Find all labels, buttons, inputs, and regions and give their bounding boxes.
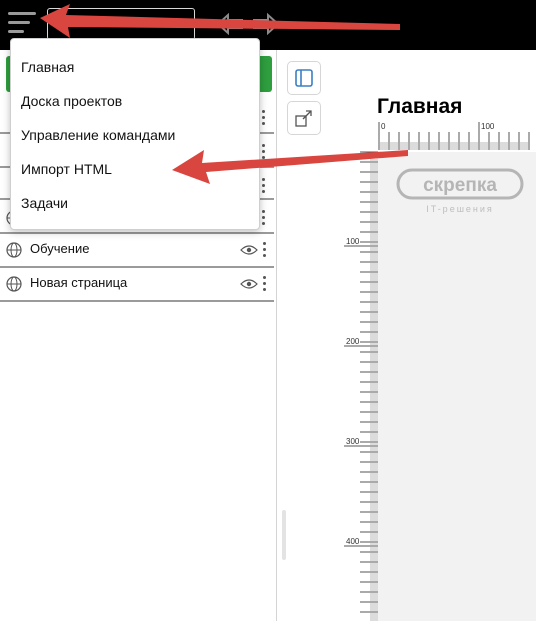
canvas-page-title: Главная (377, 95, 463, 118)
globe-icon (6, 276, 22, 292)
page-label: Новая страница (30, 275, 128, 290)
panel-toggle-icon (295, 69, 313, 87)
menu-item-tasks[interactable]: Задачи (21, 195, 68, 211)
hamburger-icon[interactable] (8, 10, 38, 36)
menu-item-home[interactable]: Главная (21, 59, 74, 75)
skrepka-logo: скрепка IT-решения (396, 168, 524, 214)
menu-item-team-management[interactable]: Управление командами (21, 127, 175, 143)
more-icon[interactable] (262, 144, 266, 162)
ruler-label: 200 (346, 337, 360, 346)
expand-button[interactable] (287, 101, 321, 135)
search-input[interactable] (47, 8, 195, 40)
add-page-button-edge[interactable] (258, 56, 272, 92)
menu-item-project-board[interactable]: Доска проектов (21, 93, 122, 109)
page-row-new-page[interactable]: Новая страница (0, 268, 274, 302)
redo-arrow-icon[interactable] (252, 12, 280, 36)
menu-item-import-html[interactable]: Импорт HTML (21, 161, 112, 177)
expand-icon (295, 110, 312, 127)
more-icon[interactable] (263, 242, 267, 260)
more-icon[interactable] (262, 110, 266, 128)
vertical-ruler: 100 200 300 400 (344, 151, 378, 621)
more-icon[interactable] (262, 210, 266, 228)
eye-icon[interactable] (240, 278, 258, 290)
svg-text:IT-решения: IT-решения (426, 204, 494, 214)
horizontal-ruler: 0 100 (378, 122, 530, 150)
svg-text:скрепка: скрепка (423, 175, 497, 196)
globe-icon (6, 242, 22, 258)
ruler-label: 0 (381, 122, 386, 131)
page-label: Обучение (30, 241, 90, 256)
ruler-label: 100 (481, 122, 495, 131)
canvas-workspace[interactable] (378, 152, 536, 621)
more-icon[interactable] (263, 276, 267, 294)
ruler-label: 300 (346, 437, 360, 446)
panel-toggle-button[interactable] (287, 61, 321, 95)
panel-scrollbar[interactable] (282, 510, 286, 560)
eye-icon[interactable] (240, 244, 258, 256)
more-icon[interactable] (262, 178, 266, 196)
main-menu-dropdown: Главная Доска проектов Управление команд… (10, 38, 260, 230)
ruler-label: 400 (346, 537, 360, 546)
undo-arrow-icon[interactable] (216, 12, 244, 36)
page-row-obuchenie[interactable]: Обучение (0, 234, 274, 268)
ruler-label: 100 (346, 237, 360, 246)
